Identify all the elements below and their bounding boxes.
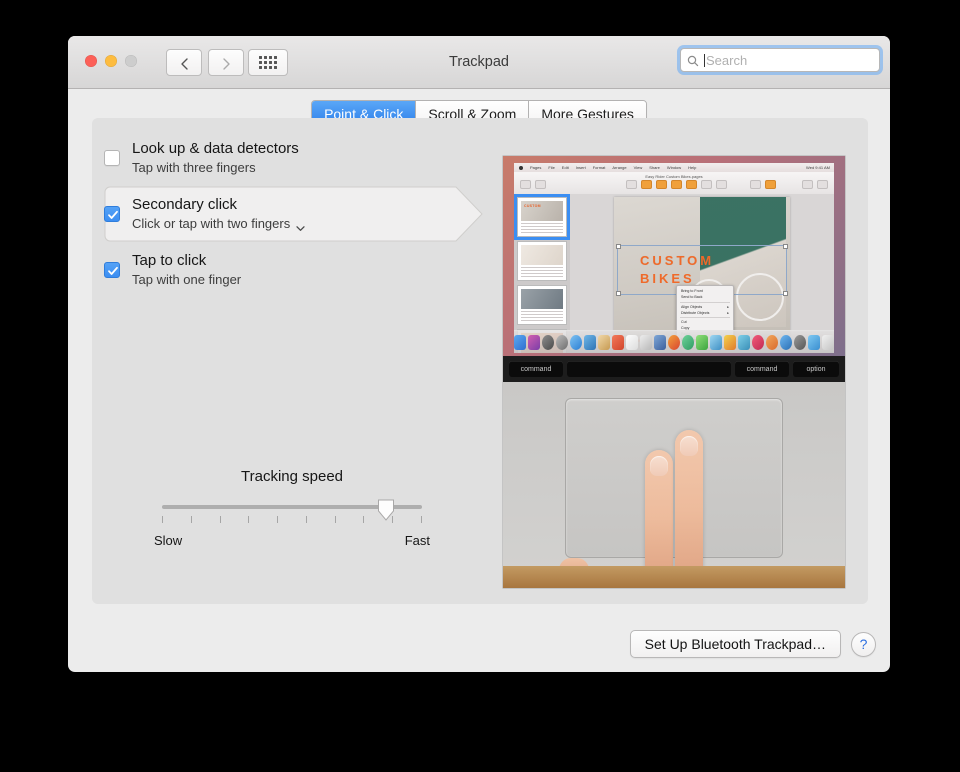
pages-toolbar-left-icons [520, 180, 546, 189]
option-subtitle: Tap with three fingers [132, 159, 299, 177]
checkbox-look-up[interactable] [104, 150, 120, 166]
headline-line-1: CUSTOM [640, 253, 715, 268]
option-title: Look up & data detectors [132, 140, 299, 157]
pages-toolbar-right-icons [802, 180, 828, 189]
checkbox-tap-to-click[interactable] [104, 262, 120, 278]
option-subtitle: Tap with one finger [132, 271, 241, 289]
key-option: option [793, 361, 839, 377]
pages-toolbar: Easy Rider Custom Bikes.pages [514, 172, 834, 195]
text-icon [671, 180, 682, 189]
search-icon [687, 54, 699, 67]
page-thumbnail [517, 241, 567, 281]
apple-logo-icon [519, 165, 523, 170]
option-text-look-up: Look up & data detectors Tap with three … [132, 139, 299, 177]
option-subtitle-text: Tap with three fingers [132, 160, 256, 175]
slider-max-label: Fast [404, 533, 430, 548]
key-space [567, 361, 731, 377]
share-icon [750, 180, 761, 189]
menu-item-edit: Edit [561, 165, 569, 170]
window-toolbar: Trackpad Search [68, 36, 890, 89]
view-icon [520, 180, 531, 189]
gesture-video-preview[interactable]: Pages File Edit Insert Format Arrange Vi… [503, 156, 845, 588]
option-text-secondary-click: Secondary click Click or tap with two fi… [132, 195, 305, 233]
option-text-tap-to-click: Tap to click Tap with one finger [132, 251, 241, 289]
menu-item-format: Format [592, 165, 606, 170]
trackpad-surface [565, 398, 783, 558]
option-subtitle-text: Tap with one finger [132, 272, 242, 287]
finger-middle [675, 430, 703, 576]
chevron-down-icon[interactable] [296, 220, 305, 231]
option-row-tap-to-click[interactable]: Tap to click Tap with one finger [104, 242, 492, 298]
search-input[interactable]: Search [680, 48, 880, 72]
preview-trackpad-scene [503, 382, 845, 588]
media-icon [701, 180, 712, 189]
insert-icon [626, 180, 637, 189]
tips-icon [765, 180, 776, 189]
comment-icon [716, 180, 727, 189]
menu-item-pages: Pages [530, 165, 542, 170]
desk-surface [503, 566, 845, 588]
option-subtitle: Click or tap with two fingers [132, 215, 305, 233]
tracking-speed-label: Tracking speed [241, 468, 343, 485]
laptop-surface [503, 382, 845, 580]
trackpad-preferences-window: Trackpad Search Point & Click Scroll & Z… [68, 36, 890, 672]
keyboard-strip: command command option [503, 356, 845, 382]
context-menu-item[interactable]: Send to Back [677, 294, 733, 300]
shape-icon [686, 180, 697, 189]
context-menu-item[interactable]: Distribute Objects ▸ [677, 310, 733, 316]
pages-document-title: Easy Rider Custom Bikes.pages [645, 174, 703, 179]
menu-bar-clock: Wed 9:41 AM [806, 165, 830, 170]
search-container: Search [677, 45, 883, 75]
headline-line-2: BIKES [640, 271, 695, 286]
search-placeholder: Search [706, 52, 748, 68]
pages-toolbar-center-icons [626, 180, 727, 189]
pages-toolbar-share-icons [750, 180, 776, 189]
document-page: CUSTOM BIKES Bring to Front Send to Back… [614, 197, 790, 347]
tracking-speed-slider[interactable] [152, 499, 432, 523]
page-thumbnail [517, 285, 567, 325]
menu-item-view: View [633, 165, 643, 170]
page-thumbnail: CUSTOM [514, 194, 570, 240]
table-icon [641, 180, 652, 189]
slider-end-labels: Slow Fast [152, 533, 432, 548]
menu-item-help: Help [688, 165, 697, 170]
preferences-panel: Look up & data detectors Tap with three … [92, 118, 868, 604]
chart-icon [656, 180, 667, 189]
option-title: Secondary click [132, 196, 238, 213]
preview-screen-scene: Pages File Edit Insert Format Arrange Vi… [503, 156, 845, 356]
zoom-icon [535, 180, 546, 189]
option-subtitle-text: Click or tap with two fingers [132, 216, 291, 231]
menu-item-file: File [548, 165, 555, 170]
text-caret [704, 53, 705, 67]
window-footer: Set Up Bluetooth Trackpad… ? [629, 630, 876, 658]
menu-separator [680, 317, 730, 318]
help-button[interactable]: ? [851, 631, 876, 657]
menu-item-arrange: Arrange [612, 165, 627, 170]
set-up-bluetooth-trackpad-button[interactable]: Set Up Bluetooth Trackpad… [629, 630, 841, 658]
key-command-left: command [509, 361, 563, 377]
pages-app-window: Pages File Edit Insert Format Arrange Vi… [514, 163, 834, 353]
option-row-look-up[interactable]: Look up & data detectors Tap with three … [104, 130, 492, 186]
key-command-right: command [735, 361, 789, 377]
menu-item-insert: Insert [575, 165, 586, 170]
checkbox-secondary-click[interactable] [104, 206, 120, 222]
menu-item-share: Share [649, 165, 660, 170]
mac-dock [514, 330, 834, 353]
slider-thumb[interactable] [377, 499, 395, 521]
slider-min-label: Slow [154, 533, 183, 548]
menu-item-window: Window [666, 165, 682, 170]
document-icon [817, 180, 828, 189]
option-row-secondary-click[interactable]: Secondary click Click or tap with two fi… [104, 186, 492, 242]
tracking-speed-control: Tracking speed Slow Fast [152, 468, 432, 548]
option-title: Tap to click [132, 252, 207, 269]
format-icon [802, 180, 813, 189]
finger-index [645, 450, 673, 576]
menu-separator [680, 301, 730, 302]
mac-menu-bar: Pages File Edit Insert Format Arrange Vi… [514, 163, 834, 172]
